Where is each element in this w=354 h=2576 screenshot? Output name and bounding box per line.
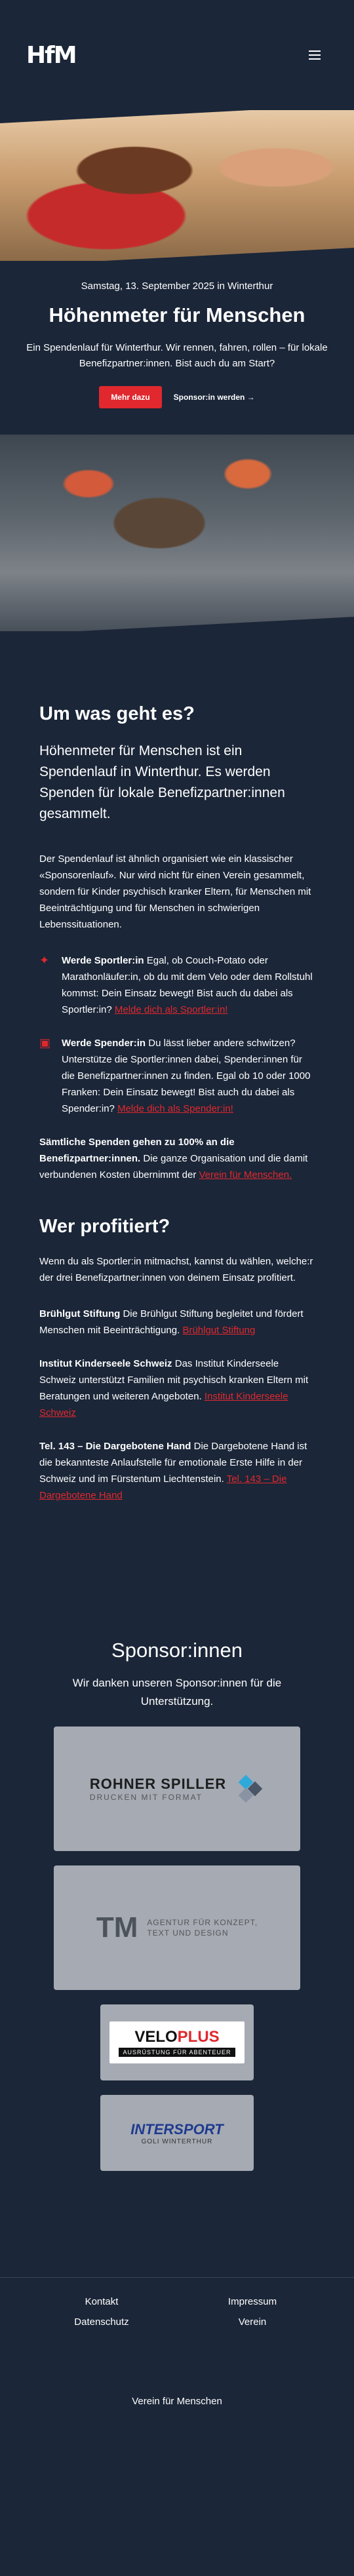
money-icon: ▣	[39, 1036, 51, 1049]
footer-nav: Kontakt Impressum Datenschutz Verein	[26, 2296, 328, 2328]
intersport-tagline: GOLI WINTERTHUR	[141, 2137, 213, 2145]
tm-line2: TEXT UND DESIGN	[147, 1928, 229, 1938]
site-logo[interactable]: HfM	[26, 41, 77, 69]
logo-text: HfM	[26, 41, 77, 69]
feature-donor: ▣ Werde Spender:in Du lässt lieber ander…	[39, 1035, 315, 1117]
org-bruehlgut-link[interactable]: Brühlgut Stiftung	[182, 1325, 255, 1336]
register-donor-link[interactable]: Melde dich als Spender:in!	[117, 1103, 233, 1114]
sponsors-section: Sponsor:innen Wir danken unseren Sponsor…	[0, 1547, 354, 2225]
about-text: Der Spendenlauf ist ähnlich organisiert …	[39, 853, 311, 930]
org-bruehlgut: Brühlgut Stiftung Die Brühlgut Stiftung …	[39, 1306, 315, 1338]
feature-athlete-title: Werde Sportler:in	[62, 955, 144, 966]
hero-description: Ein Spendenlauf für Winterthur. Wir renn…	[26, 342, 328, 369]
runner-image	[0, 435, 354, 631]
sponsors-title: Sponsor:innen	[111, 1639, 243, 1662]
org-tel143-name: Tel. 143 – Die Dargebotene Hand	[39, 1441, 191, 1452]
org-bruehlgut-name: Brühlgut Stiftung	[39, 1308, 121, 1319]
association-link[interactable]: Verein für Menschen.	[199, 1169, 292, 1181]
become-sponsor-link[interactable]: Sponsor:in werden →	[174, 393, 255, 402]
tm-line1: AGENTUR FÜR KONZEPT,	[147, 1918, 258, 1927]
rohner-name: ROHNER SPILLER	[89, 1776, 227, 1792]
beneficiaries-intro: Wenn du als Sportler:in mitmachst, kanns…	[39, 1256, 313, 1283]
about-title: Um was geht es?	[39, 703, 195, 724]
page-title: Höhenmeter für Menschen	[49, 303, 305, 326]
velo-name-a: VELO	[134, 2028, 178, 2046]
feature-donor-title: Werde Spender:in	[62, 1038, 146, 1049]
feature-donor-text: Werde Spender:in Du lässt lieber andere …	[62, 1035, 315, 1117]
donation-note: Sämtliche Spenden gehen zu 100% an die B…	[39, 1134, 315, 1183]
sponsor-tm[interactable]: TM AGENTUR FÜR KONZEPT, TEXT UND DESIGN	[54, 1865, 300, 1990]
about-lead: Höhenmeter für Menschen ist ein Spendenl…	[39, 743, 285, 821]
rohner-logo-icon	[238, 1774, 264, 1803]
footer-link-association[interactable]: Verein	[177, 2316, 328, 2328]
footer-link-contact[interactable]: Kontakt	[26, 2296, 177, 2307]
sparkle-icon: ✦	[39, 954, 50, 967]
footer-organization: Verein für Menschen	[132, 2396, 222, 2407]
footer-link-imprint[interactable]: Impressum	[177, 2296, 328, 2307]
hero-actions: Mehr dazu Sponsor:in werden →	[26, 386, 328, 408]
footer-link-privacy[interactable]: Datenschutz	[26, 2316, 177, 2328]
org-kinderseele: Institut Kinderseele Schweiz Das Institu…	[39, 1356, 315, 1421]
velo-tagline: AUSRÜSTUNG FÜR ABENTEUER	[119, 2048, 235, 2057]
intersport-name: INTERSPORT	[130, 2120, 224, 2137]
hero-image	[0, 110, 354, 261]
sponsor-veloplus[interactable]: VELOPLUS AUSRÜSTUNG FÜR ABENTEUER	[100, 2004, 254, 2080]
hamburger-icon[interactable]	[302, 42, 328, 68]
site-header: HfM	[0, 0, 354, 110]
sponsor-intersport[interactable]: INTERSPORT GOLI WINTERTHUR	[100, 2095, 254, 2171]
event-date: Samstag, 13. September 2025 in Winterthu…	[81, 281, 273, 292]
register-athlete-link[interactable]: Melde dich als Sportler:in!	[115, 1004, 228, 1015]
tm-mark: TM	[96, 1911, 138, 1943]
feature-athlete-text: Werde Sportler:in Egal, ob Couch-Potato …	[62, 952, 315, 1018]
sponsor-rohner-spiller[interactable]: ROHNER SPILLER DRUCKEN MIT FORMAT	[54, 1727, 300, 1851]
about-section: Um was geht es? Höhenmeter für Menschen …	[0, 631, 354, 1547]
rohner-tagline: DRUCKEN MIT FORMAT	[89, 1793, 203, 1802]
feature-athlete: ✦ Werde Sportler:in Egal, ob Couch-Potat…	[39, 952, 315, 1018]
sponsors-subtitle: Wir danken unseren Sponsor:innen für die…	[72, 1677, 282, 1708]
velo-name-b: PLUS	[177, 2028, 220, 2046]
org-tel143: Tel. 143 – Die Dargebotene Hand Die Darg…	[39, 1438, 315, 1504]
site-footer: Kontakt Impressum Datenschutz Verein Ver…	[0, 2277, 354, 2433]
beneficiaries-title: Wer profitiert?	[39, 1216, 170, 1237]
hero-section: Samstag, 13. September 2025 in Winterthu…	[0, 261, 354, 435]
org-kinderseele-name: Institut Kinderseele Schweiz	[39, 1358, 172, 1369]
more-info-button[interactable]: Mehr dazu	[99, 386, 162, 408]
